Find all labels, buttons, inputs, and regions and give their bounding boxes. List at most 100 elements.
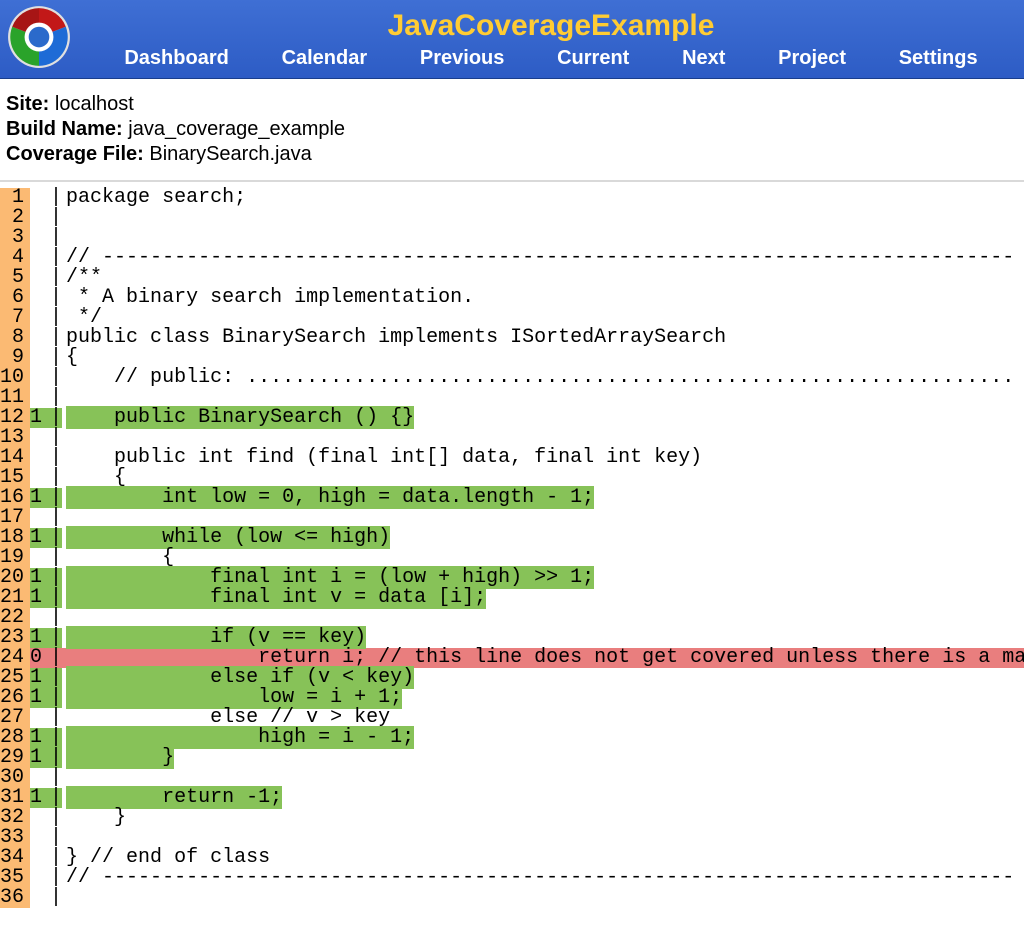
hit-count [30, 888, 48, 908]
separator: | [48, 408, 62, 428]
code-row: 251| else if (v < key) [0, 668, 1024, 688]
code-row: 27| else // v > key [0, 708, 1024, 728]
code-row: 1|package search; [0, 188, 1024, 208]
separator: | [48, 648, 62, 668]
line-number: 31 [0, 788, 30, 808]
nav-previous[interactable]: Previous [420, 47, 504, 70]
code-row: 35|// ----------------------------------… [0, 868, 1024, 888]
separator: | [48, 728, 62, 748]
hit-count: 1 [30, 748, 48, 768]
line-number: 5 [0, 268, 30, 288]
nav-calendar[interactable]: Calendar [282, 47, 368, 70]
nav-current[interactable]: Current [557, 47, 629, 70]
code-text: final int i = (low + high) >> 1; [62, 568, 1024, 588]
code-text: public class BinarySearch implements ISo… [62, 328, 1024, 348]
code-text: else if (v < key) [62, 668, 1024, 688]
separator: | [48, 828, 62, 848]
nav-next[interactable]: Next [682, 47, 725, 70]
line-number: 9 [0, 348, 30, 368]
code-text: { [62, 348, 1024, 368]
code-row: 17| [0, 508, 1024, 528]
line-number: 21 [0, 588, 30, 608]
separator: | [48, 428, 62, 448]
line-number: 20 [0, 568, 30, 588]
separator: | [48, 368, 62, 388]
code-row: 13| [0, 428, 1024, 448]
separator: | [48, 628, 62, 648]
code-text: } [62, 808, 1024, 828]
code-row: 161| int low = 0, high = data.length - 1… [0, 488, 1024, 508]
hit-count [30, 508, 48, 528]
hit-count [30, 708, 48, 728]
code-row: 32| } [0, 808, 1024, 828]
code-text: // -------------------------------------… [62, 248, 1024, 268]
nav: Dashboard Calendar Previous Current Next… [78, 47, 1024, 70]
hit-count: 1 [30, 688, 48, 708]
code-row: 121| public BinarySearch () {} [0, 408, 1024, 428]
hit-count: 1 [30, 588, 48, 608]
code-row: 231| if (v == key) [0, 628, 1024, 648]
hit-count [30, 868, 48, 888]
code-text: * A binary search implementation. [62, 288, 1024, 308]
code-row: 6| * A binary search implementation. [0, 288, 1024, 308]
nav-project[interactable]: Project [778, 47, 846, 70]
code-row: 261| low = i + 1; [0, 688, 1024, 708]
separator: | [48, 688, 62, 708]
code-row: 7| */ [0, 308, 1024, 328]
hit-count [30, 428, 48, 448]
separator: | [48, 488, 62, 508]
code-text [62, 388, 1024, 408]
line-number: 22 [0, 608, 30, 628]
code-text: package search; [62, 188, 1024, 208]
hit-count [30, 368, 48, 388]
code-text: while (low <= high) [62, 528, 1024, 548]
code-row: 8|public class BinarySearch implements I… [0, 328, 1024, 348]
code-text: high = i - 1; [62, 728, 1024, 748]
separator: | [48, 288, 62, 308]
code-row: 281| high = i - 1; [0, 728, 1024, 748]
hit-count: 1 [30, 408, 48, 428]
line-number: 26 [0, 688, 30, 708]
line-number: 29 [0, 748, 30, 768]
code-row: 34|} // end of class [0, 848, 1024, 868]
hit-count: 1 [30, 528, 48, 548]
line-number: 4 [0, 248, 30, 268]
line-number: 28 [0, 728, 30, 748]
line-number: 18 [0, 528, 30, 548]
separator: | [48, 388, 62, 408]
hit-count [30, 808, 48, 828]
line-number: 12 [0, 408, 30, 428]
code-row: 201| final int i = (low + high) >> 1; [0, 568, 1024, 588]
build-value: java_coverage_example [128, 118, 345, 140]
line-number: 30 [0, 768, 30, 788]
code-row: 291| } [0, 748, 1024, 768]
code-text: { [62, 548, 1024, 568]
separator: | [48, 248, 62, 268]
separator: | [48, 868, 62, 888]
line-number: 16 [0, 488, 30, 508]
line-number: 33 [0, 828, 30, 848]
separator: | [48, 308, 62, 328]
separator: | [48, 188, 62, 208]
coverage-file-label: Coverage File: [6, 143, 144, 165]
separator: | [48, 548, 62, 568]
line-number: 27 [0, 708, 30, 728]
meta-block: Site: localhost Build Name: java_coverag… [0, 79, 1024, 182]
code-text: final int v = data [i]; [62, 588, 1024, 608]
line-number: 15 [0, 468, 30, 488]
hit-count [30, 448, 48, 468]
separator: | [48, 588, 62, 608]
nav-dashboard[interactable]: Dashboard [124, 47, 228, 70]
hit-count: 1 [30, 488, 48, 508]
code-row: 10| // public: .........................… [0, 368, 1024, 388]
nav-settings[interactable]: Settings [899, 47, 978, 70]
code-row: 33 | [0, 828, 1024, 848]
code-text [62, 428, 1024, 448]
line-number: 7 [0, 308, 30, 328]
separator: | [48, 748, 62, 768]
separator: | [48, 468, 62, 488]
separator: | [48, 228, 62, 248]
code-text: int low = 0, high = data.length - 1; [62, 488, 1024, 508]
code-row: 9|{ [0, 348, 1024, 368]
code-row: 4 |// -----------------------------------… [0, 248, 1024, 268]
